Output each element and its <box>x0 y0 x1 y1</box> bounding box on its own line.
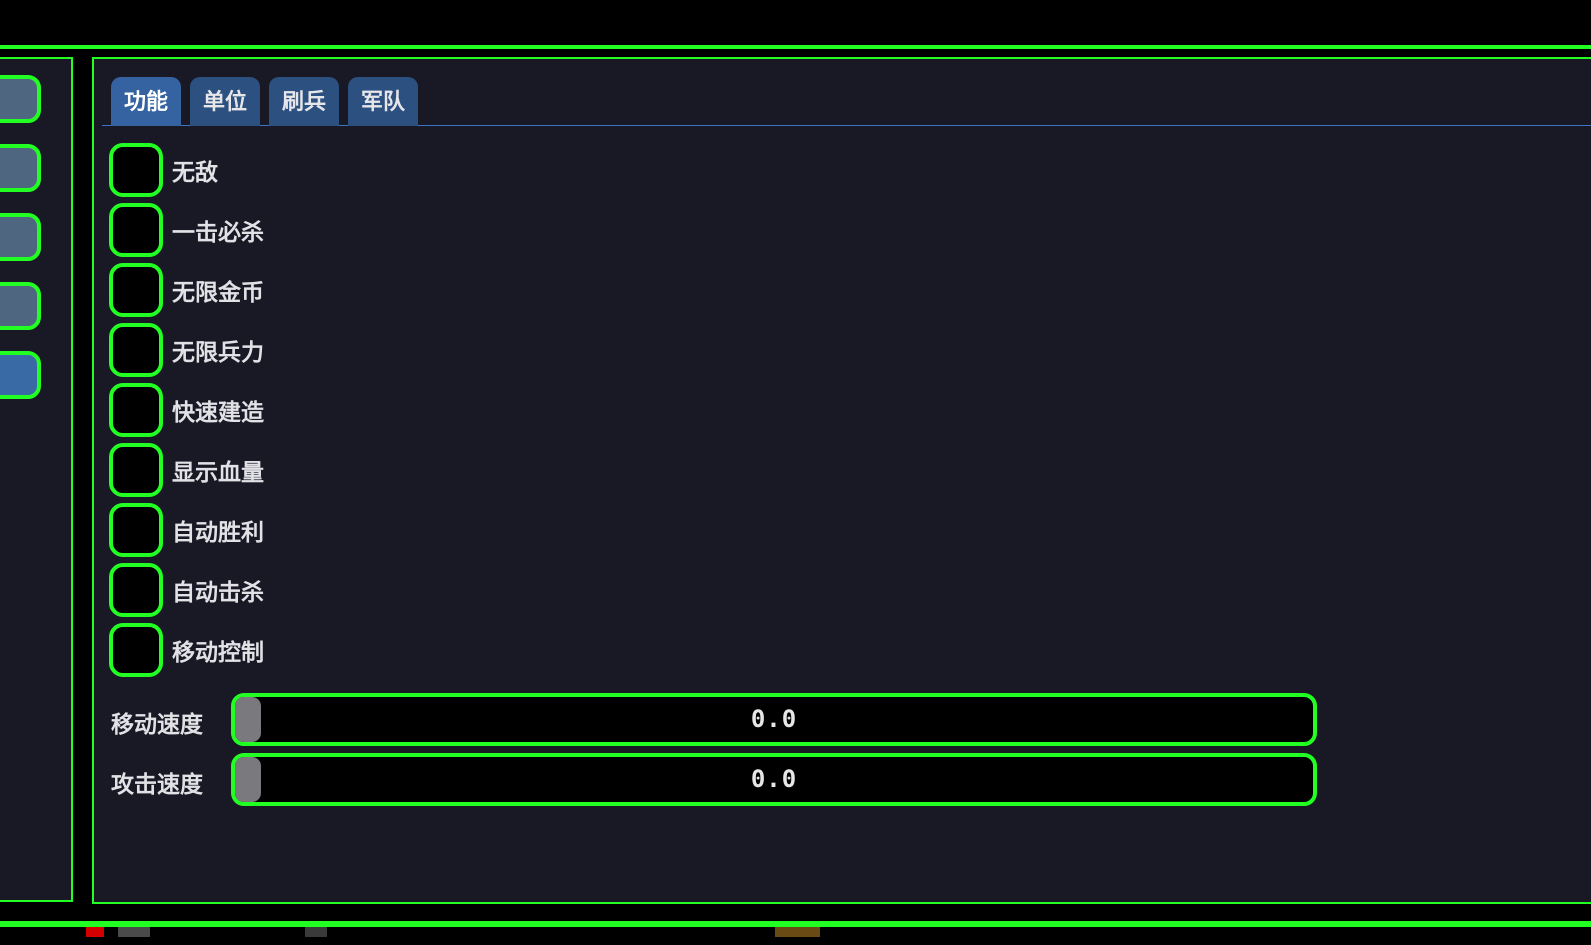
top-border <box>0 45 1591 49</box>
feature-label: 一击必杀 <box>172 220 264 246</box>
feature-row-invincible[interactable]: 无敌 <box>109 143 218 197</box>
feature-row-one-hit-kill[interactable]: 一击必杀 <box>109 203 264 257</box>
tab-spawn-troops[interactable]: 刷兵 <box>269 77 339 126</box>
feature-row-fast-build[interactable]: 快速建造 <box>109 383 264 437</box>
unlimited-gold-checkbox[interactable] <box>109 263 163 317</box>
feature-label: 无敌 <box>172 160 218 186</box>
feature-label: 自动胜利 <box>172 520 264 546</box>
feature-label: 无限兵力 <box>172 340 264 366</box>
movement-control-checkbox[interactable] <box>109 623 163 677</box>
unlimited-troops-checkbox[interactable] <box>109 323 163 377</box>
feature-label: 显示血量 <box>172 460 264 486</box>
background-fragment <box>118 927 150 937</box>
feature-row-movement-control[interactable]: 移动控制 <box>109 623 264 677</box>
auto-kill-checkbox[interactable] <box>109 563 163 617</box>
feature-row-auto-kill[interactable]: 自动击杀 <box>109 563 264 617</box>
tab-features[interactable]: 功能 <box>111 77 181 126</box>
feature-label: 自动击杀 <box>172 580 264 606</box>
left-sidebar <box>0 57 73 902</box>
attack-speed-label: 攻击速度 <box>111 772 203 798</box>
feature-row-unlimited-troops[interactable]: 无限兵力 <box>109 323 264 377</box>
background-fragment <box>86 927 104 937</box>
move-speed-label: 移动速度 <box>111 712 203 738</box>
background-fragment <box>305 927 327 937</box>
feature-row-unlimited-gold[interactable]: 无限金币 <box>109 263 264 317</box>
fast-build-checkbox[interactable] <box>109 383 163 437</box>
show-health-checkbox[interactable] <box>109 443 163 497</box>
sidebar-button-3[interactable] <box>0 213 41 261</box>
game-trainer-window: 功能 单位 刷兵 军队 无敌 一击必杀 无限金币 无限兵力 快速建造 显示血量 … <box>0 0 1591 945</box>
sidebar-button-5[interactable] <box>0 351 41 399</box>
invincible-checkbox[interactable] <box>109 143 163 197</box>
tab-units[interactable]: 单位 <box>190 77 260 126</box>
feature-row-show-health[interactable]: 显示血量 <box>109 443 264 497</box>
sidebar-button-4[interactable] <box>0 282 41 330</box>
auto-win-checkbox[interactable] <box>109 503 163 557</box>
sidebar-button-1[interactable] <box>0 75 41 123</box>
slider-value: 0.0 <box>750 765 798 793</box>
one-hit-kill-checkbox[interactable] <box>109 203 163 257</box>
feature-label: 移动控制 <box>172 640 264 666</box>
feature-label: 快速建造 <box>172 400 264 426</box>
background-fragment <box>775 927 820 937</box>
attack-speed-slider[interactable]: 0.0 <box>231 753 1317 806</box>
tab-army[interactable]: 军队 <box>348 77 418 126</box>
feature-row-auto-win[interactable]: 自动胜利 <box>109 503 264 557</box>
move-speed-slider[interactable]: 0.0 <box>231 693 1317 746</box>
feature-label: 无限金币 <box>172 280 264 306</box>
sidebar-button-2[interactable] <box>0 144 41 192</box>
slider-value: 0.0 <box>750 705 798 733</box>
